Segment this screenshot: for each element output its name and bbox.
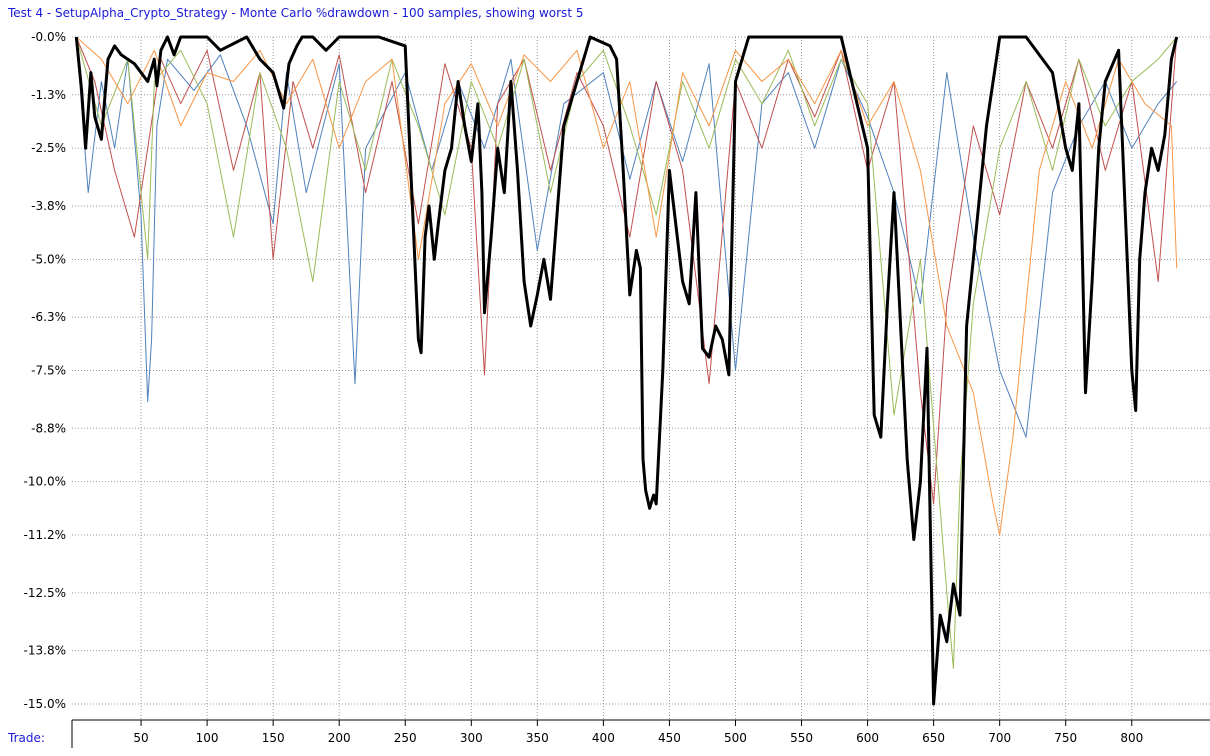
y-tick-label: -0.0% bbox=[31, 30, 66, 44]
x-tick-label: 250 bbox=[394, 731, 417, 745]
x-axis-label: Trade: bbox=[7, 731, 45, 745]
x-tick-label: 150 bbox=[262, 731, 285, 745]
x-tick-label: 450 bbox=[658, 731, 681, 745]
sample-drawdown-series bbox=[75, 36, 1178, 505]
x-tick-label: 200 bbox=[328, 731, 351, 745]
sample-drawdown-series bbox=[75, 36, 1178, 669]
x-tick-label: 300 bbox=[460, 731, 483, 745]
y-tick-label: -7.5% bbox=[31, 364, 66, 378]
x-tick-label: 750 bbox=[1054, 731, 1077, 745]
drawdown-chart: -0.0% -1.3% -2.5% -3.8% -5.0% -6.3% -7.5% -8.8%… bbox=[7, 30, 1210, 748]
x-tick-label: 500 bbox=[724, 731, 747, 745]
x-tick-label: 350 bbox=[526, 731, 549, 745]
y-tick-label: -8.8% bbox=[31, 421, 66, 435]
y-tick-label: -10.0% bbox=[24, 475, 66, 489]
y-tick-label: -1.3% bbox=[31, 88, 66, 102]
x-tick-label: 700 bbox=[988, 731, 1011, 745]
x-tick-label: 400 bbox=[592, 731, 615, 745]
x-tick-label: 50 bbox=[133, 731, 148, 745]
x-tick-label: 100 bbox=[196, 731, 219, 745]
y-tick-label: -12.5% bbox=[24, 586, 66, 600]
x-tick-label: 650 bbox=[922, 731, 945, 745]
y-tick-label: -6.3% bbox=[31, 310, 66, 324]
y-tick-labels: -0.0% -1.3% -2.5% -3.8% -5.0% -6.3% -7.5% -8.8%… bbox=[24, 30, 66, 711]
y-tick-label: -11.2% bbox=[24, 528, 66, 542]
y-tick-label: -15.0% bbox=[24, 697, 66, 711]
y-tick-label: -5.0% bbox=[31, 252, 66, 266]
x-tick-label: 600 bbox=[856, 731, 879, 745]
x-tick-label: 550 bbox=[790, 731, 813, 745]
y-tick-label: -3.8% bbox=[31, 199, 66, 213]
x-tick-label: 800 bbox=[1120, 731, 1143, 745]
axes bbox=[71, 719, 1210, 748]
x-tick-labels: 50 100 150 200 250 300 350 400 450 500 550 600 650 70… bbox=[133, 731, 1143, 745]
y-tick-label: -2.5% bbox=[31, 141, 66, 155]
y-tick-label: -13.8% bbox=[24, 644, 66, 658]
